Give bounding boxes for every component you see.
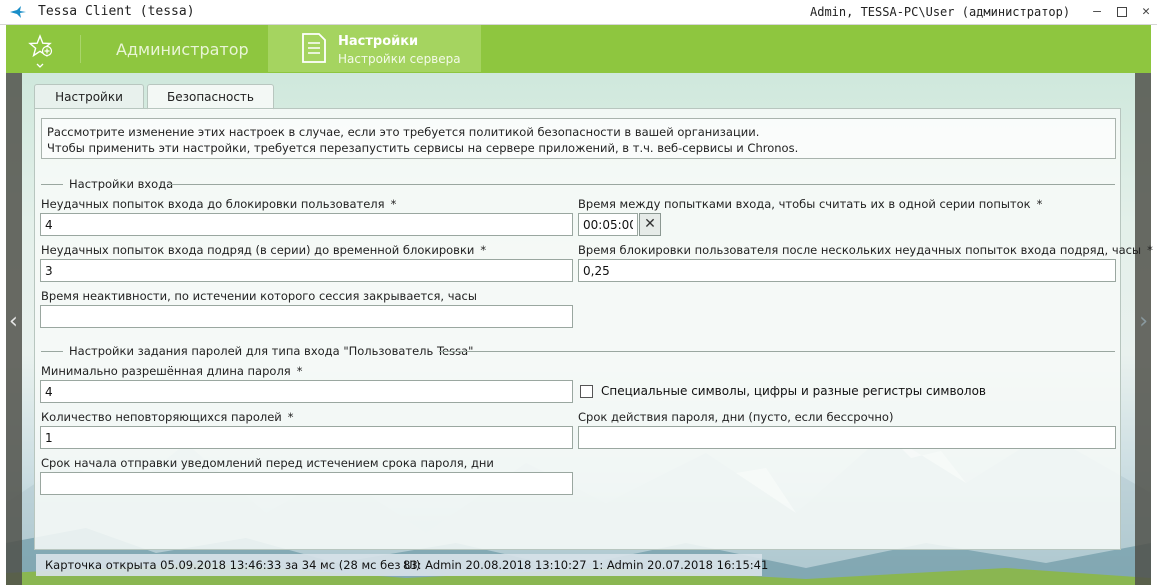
section-divider xyxy=(41,351,63,352)
min-length-input[interactable] xyxy=(40,380,573,403)
app-title: Tessa Client (tessa) xyxy=(38,4,195,19)
tab-settings-subtitle: Настройки сервера xyxy=(338,52,461,66)
password-settings-section: Настройки задания паролей для типа входа… xyxy=(41,344,1115,358)
tessa-logo-icon xyxy=(10,6,26,18)
current-user: Admin, TESSA-PC\User (администратор) xyxy=(810,5,1071,19)
unique-passwords-label: Количество неповторяющихся паролей * xyxy=(41,410,294,424)
attempts-before-block-input[interactable] xyxy=(40,213,573,236)
time-between-attempts-input[interactable] xyxy=(578,213,638,236)
password-validity-input[interactable] xyxy=(578,426,1116,449)
attempts-in-series-label: Неудачных попыток входа подряд (в серии)… xyxy=(41,243,487,257)
last-version-info: 83: Admin 20.08.2018 13:10:27 xyxy=(403,558,587,572)
min-length-label: Минимально разрешённая длина пароля * xyxy=(41,364,303,378)
unique-passwords-input[interactable] xyxy=(40,426,573,449)
document-icon xyxy=(302,33,326,63)
header-separator xyxy=(80,35,81,63)
inactivity-input[interactable] xyxy=(40,305,573,328)
clear-time-button[interactable]: ✕ xyxy=(639,213,661,236)
chevron-left-icon[interactable]: ‹ xyxy=(9,309,18,334)
special-chars-checkbox[interactable] xyxy=(580,385,593,398)
section-divider xyxy=(41,184,63,185)
close-button[interactable]: ✕ xyxy=(1132,0,1157,25)
chevron-right-icon[interactable]: › xyxy=(1139,309,1148,334)
inactivity-label: Время неактивности, по истечении которог… xyxy=(41,289,477,303)
tab-general-settings[interactable]: Настройки xyxy=(34,84,144,109)
created-info: 1: Admin 20.07.2018 16:15:41 xyxy=(592,558,769,572)
attempts-before-block-label: Неудачных попыток входа до блокировки по… xyxy=(41,197,397,211)
card-opened-info: Карточка открыта 05.09.2018 13:46:33 за … xyxy=(45,558,421,572)
block-time-input[interactable] xyxy=(578,259,1116,282)
favorites-star-icon[interactable] xyxy=(28,34,56,70)
tab-administrator[interactable]: Администратор xyxy=(116,40,249,59)
tab-server-settings[interactable]: Настройки Настройки сервера xyxy=(268,25,481,72)
card-status-bar: Карточка открыта 05.09.2018 13:46:33 за … xyxy=(36,554,768,576)
info-line-2: Чтобы применить эти настройки, требуется… xyxy=(47,141,799,155)
close-icon: ✕ xyxy=(644,216,656,232)
notify-before-input[interactable] xyxy=(40,472,573,495)
section-title: Настройки входа xyxy=(69,177,174,191)
security-info-box: Рассмотрите изменение этих настроек в сл… xyxy=(41,118,1116,159)
section-divider xyxy=(439,351,1115,352)
password-validity-label: Срок действия пароля, дни (пусто, если б… xyxy=(578,410,894,424)
login-settings-section: Настройки входа xyxy=(41,177,1115,191)
tab-settings-title: Настройки xyxy=(338,34,419,49)
attempts-in-series-input[interactable] xyxy=(40,259,573,282)
section-title: Настройки задания паролей для типа входа… xyxy=(69,344,474,358)
maximize-icon xyxy=(1117,7,1127,17)
app-header: Администратор Настройки Настройки сервер… xyxy=(6,25,1151,73)
title-bar: Tessa Client (tessa) Admin, TESSA-PC\Use… xyxy=(0,0,1157,25)
tab-security[interactable]: Безопасность xyxy=(147,84,274,110)
time-between-attempts-label: Время между попытками входа, чтобы счита… xyxy=(578,197,1043,211)
special-chars-label[interactable]: Специальные символы, цифры и разные реги… xyxy=(601,384,986,398)
security-settings-panel: Рассмотрите изменение этих настроек в сл… xyxy=(34,108,1153,550)
section-divider xyxy=(169,184,1115,185)
minimize-button[interactable]: — xyxy=(1083,0,1111,25)
block-time-label: Время блокировки пользователя после неск… xyxy=(578,243,1153,257)
info-line-1: Рассмотрите изменение этих настроек в сл… xyxy=(47,125,760,139)
notify-before-label: Срок начала отправки уведомлений перед и… xyxy=(41,456,494,470)
